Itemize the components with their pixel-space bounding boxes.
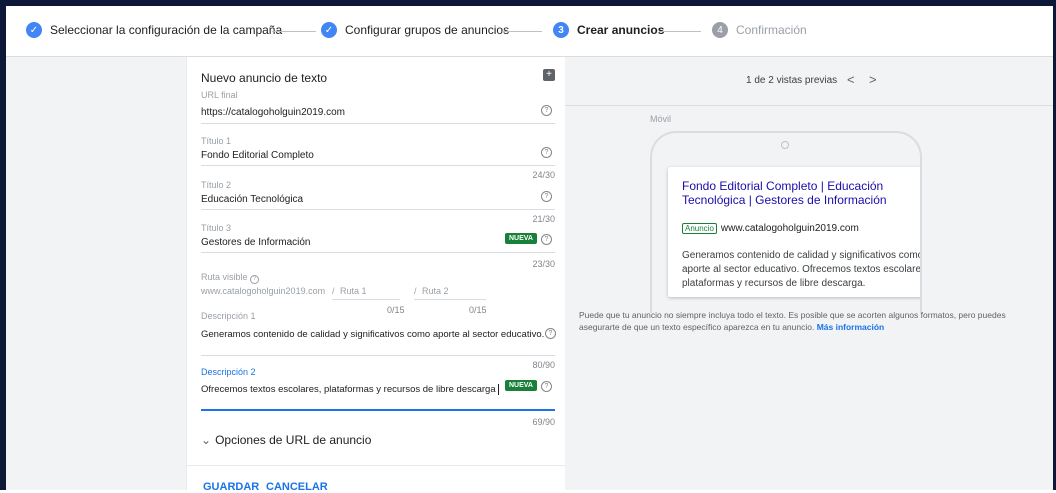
- field-underline-focused: [201, 409, 555, 411]
- field-underline: [201, 355, 555, 356]
- step-number-icon: 3: [553, 22, 569, 38]
- phone-frame: Fondo Editorial Completo | Educación Tec…: [650, 131, 922, 313]
- ad-preview-url: www.catalogoholguin2019.com: [720, 223, 859, 234]
- cancel-button[interactable]: CANCELAR: [266, 481, 328, 493]
- help-icon[interactable]: ?: [250, 275, 260, 284]
- help-icon[interactable]: ?: [541, 191, 552, 202]
- headline1-input[interactable]: Fondo Editorial Completo: [201, 150, 314, 161]
- headline1-counter: 24/30: [532, 170, 555, 180]
- url-options-toggle[interactable]: ⌄ Opciones de URL de anuncio: [201, 433, 371, 447]
- help-icon[interactable]: ?: [541, 105, 552, 116]
- path2-underline: [414, 299, 486, 300]
- step-label: Confirmación: [736, 23, 807, 37]
- device-label: Móvil: [650, 114, 672, 124]
- description2-label: Descripción 2: [201, 367, 256, 377]
- path1-counter: 0/15: [387, 305, 405, 315]
- chevron-right-icon[interactable]: >: [869, 72, 877, 87]
- field-underline: [201, 123, 555, 124]
- description1-counter: 80/90: [532, 360, 555, 370]
- step-campaign-settings[interactable]: ✓ Seleccionar la configuración de la cam…: [26, 22, 282, 38]
- description2-input[interactable]: Ofrecemos textos escolares, plataformas …: [201, 384, 499, 395]
- check-icon: ✓: [321, 22, 337, 38]
- headline3-input[interactable]: Gestores de Información: [201, 237, 311, 248]
- field-underline: [201, 252, 555, 253]
- campaign-stepper: ✓ Seleccionar la configuración de la cam…: [6, 6, 1053, 57]
- display-path-label: Ruta visible ?: [201, 272, 260, 284]
- step-number-icon: 4: [712, 22, 728, 38]
- step-ad-groups[interactable]: ✓ Configurar grupos de anuncios: [321, 22, 509, 38]
- path1-underline: [332, 299, 400, 300]
- step-create-ads[interactable]: 3 Crear anuncios: [553, 22, 664, 38]
- final-url-label: URL final: [201, 90, 238, 100]
- description1-input[interactable]: Generamos contenido de calidad y signifi…: [201, 329, 544, 340]
- step-label: Configurar grupos de anuncios: [345, 23, 510, 37]
- step-label: Seleccionar la configuración de la campa…: [50, 23, 283, 37]
- ad-preview-description: Generamos contenido de calidad y signifi…: [682, 250, 922, 289]
- phone-camera-icon: [781, 141, 789, 149]
- headline2-input[interactable]: Educación Tecnológica: [201, 194, 303, 205]
- step-connector: [272, 31, 316, 32]
- path2-counter: 0/15: [469, 305, 487, 315]
- new-badge: NUEVA: [505, 233, 537, 244]
- final-url-input[interactable]: https://catalogoholguin2019.com: [201, 107, 345, 118]
- path2-input[interactable]: Ruta 2: [422, 286, 449, 296]
- headline1-label: Título 1: [201, 136, 232, 146]
- path-separator: /: [414, 286, 417, 296]
- preview-note: Puede que tu anuncio no siempre incluya …: [579, 310, 1006, 332]
- description2-counter: 69/90: [532, 417, 555, 427]
- ad-preview-panel: 1 de 2 vistas previas < > Móvil Fondo Ed…: [565, 57, 1053, 490]
- preview-counter: 1 de 2 vistas previas: [746, 75, 838, 86]
- description1-label: Descripción 1: [201, 311, 256, 321]
- ad-preview-card: Fondo Editorial Completo | Educación Tec…: [668, 167, 922, 297]
- help-icon[interactable]: ?: [541, 147, 552, 158]
- display-path-domain: www.catalogoholguin2019.com: [201, 286, 326, 296]
- form-title: Nuevo anuncio de texto: [201, 71, 328, 85]
- add-note-icon[interactable]: +: [543, 69, 555, 81]
- step-connector: [502, 31, 542, 32]
- headline2-counter: 21/30: [532, 214, 555, 224]
- footer-divider: [187, 465, 565, 466]
- chevron-left-icon[interactable]: <: [847, 72, 855, 87]
- headline3-label: Título 3: [201, 223, 232, 233]
- left-gutter: [6, 57, 186, 490]
- ad-editor-form: Nuevo anuncio de texto + URL final https…: [186, 57, 566, 493]
- field-underline: [201, 165, 555, 166]
- headline3-counter: 23/30: [532, 259, 555, 269]
- save-button[interactable]: GUARDAR: [203, 481, 259, 493]
- text-cursor: [497, 384, 499, 395]
- step-label: Crear anuncios: [577, 23, 665, 37]
- path-separator: /: [332, 286, 335, 296]
- path1-input[interactable]: Ruta 1: [340, 286, 367, 296]
- step-confirmation[interactable]: 4 Confirmación: [712, 22, 807, 38]
- field-underline: [201, 209, 555, 210]
- check-icon: ✓: [26, 22, 42, 38]
- help-icon[interactable]: ?: [545, 328, 556, 339]
- ad-preview-url-line: Anuncio www.catalogoholguin2019.com: [682, 223, 859, 234]
- help-icon[interactable]: ?: [541, 381, 552, 392]
- headline2-label: Título 2: [201, 180, 232, 190]
- chevron-down-icon: ⌄: [201, 433, 212, 447]
- step-connector: [659, 31, 701, 32]
- help-icon[interactable]: ?: [541, 234, 552, 245]
- preview-divider: [565, 105, 1053, 106]
- ad-badge: Anuncio: [682, 223, 717, 234]
- ad-preview-headline[interactable]: Fondo Editorial Completo | Educación Tec…: [682, 179, 920, 207]
- more-info-link[interactable]: Más información: [817, 322, 885, 332]
- new-badge: NUEVA: [505, 380, 537, 391]
